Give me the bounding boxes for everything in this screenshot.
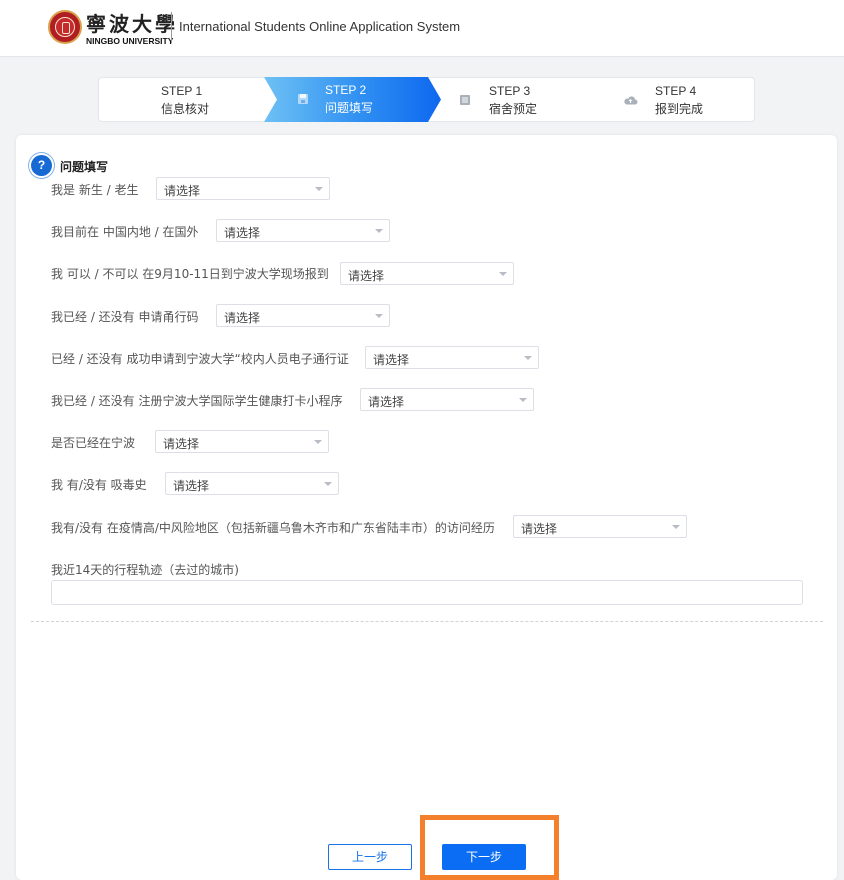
select-risk-area-visit[interactable]: 请选择 bbox=[513, 515, 687, 538]
brand-name-en: NINGBO UNIVERSITY bbox=[86, 36, 174, 46]
select-drug-history[interactable]: 请选择 bbox=[165, 472, 339, 495]
select-location[interactable]: 请选择 bbox=[216, 219, 390, 242]
chevron-down-icon bbox=[524, 356, 532, 360]
question-label-risk-area-visit: 我有/没有 在疫情高/中风险地区（包括新疆乌鲁木齐市和广东省陆丰市）的访问经历 bbox=[51, 521, 495, 535]
chevron-down-icon bbox=[375, 314, 383, 318]
itinerary-label: 我近14天的行程轨迹（去过的城市) bbox=[51, 563, 239, 577]
select-value: 请选择 bbox=[348, 269, 385, 283]
question-label-health-code: 我已经 / 还没有 申请甬行码 bbox=[51, 310, 199, 324]
select-value: 请选择 bbox=[224, 311, 261, 325]
question-label-in-ningbo: 是否已经在宁波 bbox=[51, 436, 136, 450]
question-icon: ? bbox=[31, 155, 52, 176]
cloud-upload-icon bbox=[624, 96, 638, 105]
next-step-button[interactable]: 下一步 bbox=[442, 844, 526, 870]
question-label-location: 我目前在 中国内地 / 在国外 bbox=[51, 225, 199, 239]
select-value: 请选择 bbox=[368, 395, 405, 409]
chevron-down-icon bbox=[519, 398, 527, 402]
system-title: International Students Online Applicatio… bbox=[179, 19, 461, 34]
question-label-campus-pass: 已经 / 还没有 成功申请到宁波大学“校内人员电子通行证 bbox=[51, 352, 349, 366]
step-4-subtitle: 报到完成 bbox=[655, 102, 704, 116]
step-progress-bar: STEP 1 信息核对 STEP 2 问题填写 STEP 3 宿舍预定 STEP… bbox=[98, 77, 755, 122]
step-2-subtitle: 问题填写 bbox=[325, 101, 374, 115]
select-campus-pass[interactable]: 请选择 bbox=[365, 346, 539, 369]
select-health-code[interactable]: 请选择 bbox=[216, 304, 390, 327]
chevron-down-icon bbox=[499, 272, 507, 276]
question-label-drug-history: 我 有/没有 吸毒史 bbox=[51, 478, 147, 492]
chevron-down-icon bbox=[375, 229, 383, 233]
step-1-title: STEP 1 bbox=[161, 84, 203, 98]
select-value: 请选择 bbox=[224, 226, 261, 240]
select-value: 请选择 bbox=[173, 479, 210, 493]
header-divider bbox=[171, 12, 172, 43]
chevron-down-icon bbox=[314, 440, 322, 444]
divider bbox=[31, 621, 823, 622]
select-student-type[interactable]: 请选择 bbox=[156, 177, 330, 200]
select-value: 请选择 bbox=[164, 184, 201, 198]
save-icon bbox=[298, 94, 308, 104]
step-4-title: STEP 4 bbox=[655, 84, 697, 98]
step-3-subtitle: 宿舍预定 bbox=[489, 102, 538, 116]
question-label-student-type: 我是 新生 / 老生 bbox=[51, 183, 139, 197]
select-health-checkin[interactable]: 请选择 bbox=[360, 388, 534, 411]
chevron-down-icon bbox=[315, 187, 323, 191]
university-logo bbox=[48, 10, 82, 44]
select-value: 请选择 bbox=[163, 437, 200, 451]
question-label-onsite-registration: 我 可以 / 不可以 在9月10-11日到宁波大学现场报到 bbox=[51, 267, 329, 281]
question-label-health-checkin: 我已经 / 还没有 注册宁波大学国际学生健康打卡小程序 bbox=[51, 394, 343, 408]
itinerary-input[interactable] bbox=[51, 580, 803, 605]
chevron-down-icon bbox=[672, 525, 680, 529]
step-2: STEP 2 问题填写 bbox=[264, 77, 441, 122]
step-3-title: STEP 3 bbox=[489, 84, 531, 98]
form-card bbox=[16, 135, 837, 880]
select-onsite-registration[interactable]: 请选择 bbox=[340, 262, 514, 285]
select-value: 请选择 bbox=[373, 353, 410, 367]
section-title: 问题填写 bbox=[60, 160, 109, 174]
select-in-ningbo[interactable]: 请选择 bbox=[155, 430, 329, 453]
chevron-down-icon bbox=[324, 482, 332, 486]
brand-name-cn: 寧波大學 bbox=[86, 12, 178, 36]
step-2-title: STEP 2 bbox=[325, 83, 367, 97]
select-value: 请选择 bbox=[521, 522, 558, 536]
step-1-subtitle: 信息核对 bbox=[161, 102, 210, 116]
page-header: 寧波大學 NINGBO UNIVERSITY International Stu… bbox=[0, 0, 844, 57]
previous-step-button[interactable]: 上一步 bbox=[328, 844, 412, 870]
list-icon bbox=[460, 95, 470, 105]
